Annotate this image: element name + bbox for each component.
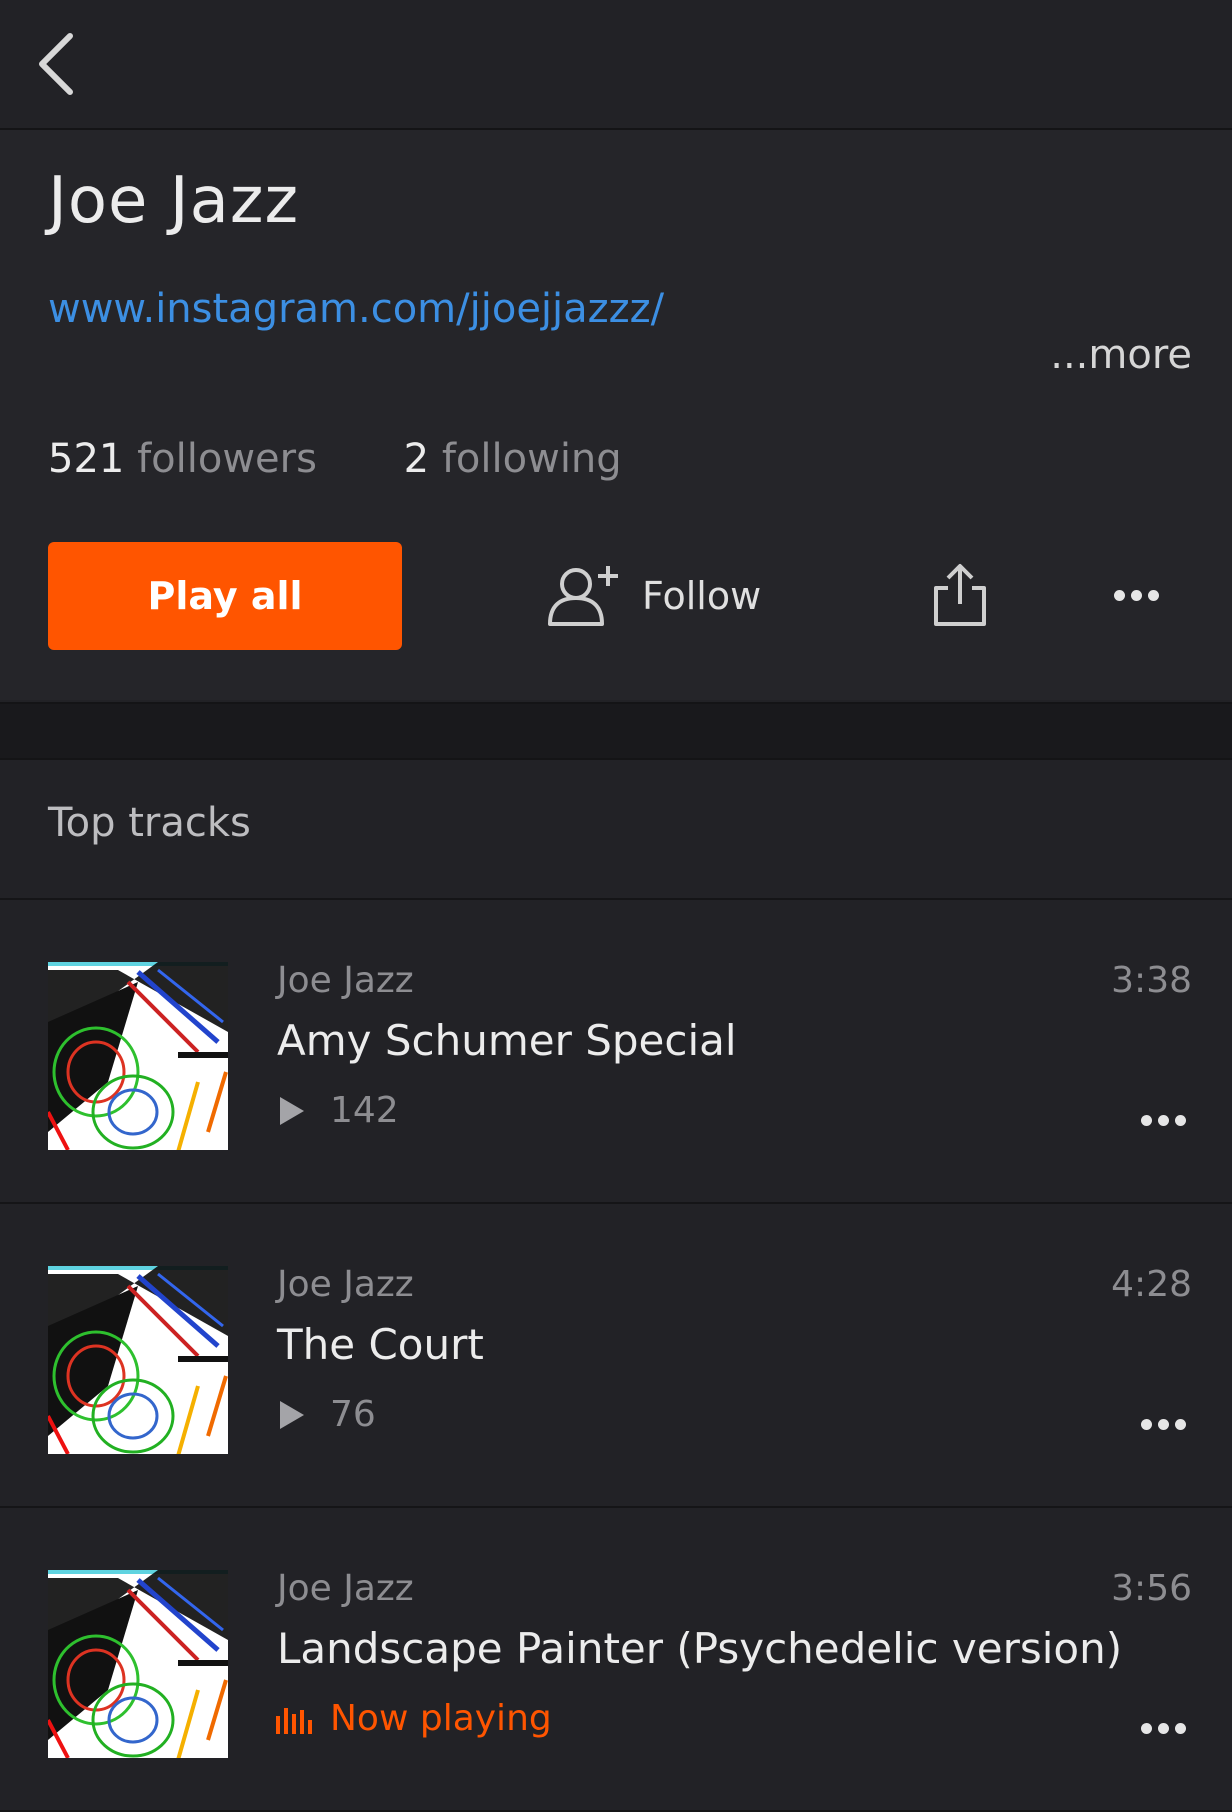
following-count: 2 (403, 436, 430, 482)
track-play-count: 76 (280, 1394, 376, 1435)
track-duration: 4:28 (1111, 1264, 1192, 1305)
more-horizontal-icon (1131, 590, 1142, 601)
track-title: The Court (277, 1320, 484, 1369)
track-artist: Joe Jazz (277, 1568, 414, 1609)
add-user-icon (548, 566, 618, 626)
followers-stat[interactable]: 521 followers (48, 436, 317, 482)
more-link[interactable]: ...more (1050, 332, 1192, 378)
play-count: 142 (330, 1090, 399, 1131)
follow-label: Follow (642, 574, 762, 618)
profile-name: Joe Jazz (48, 164, 300, 238)
track-play-count: 142 (280, 1090, 399, 1131)
play-icon (280, 1096, 304, 1125)
track-duration: 3:56 (1111, 1568, 1192, 1609)
track-artwork (48, 1266, 228, 1454)
profile-link[interactable]: www.instagram.com/jjoejjazzz/ (48, 286, 664, 332)
more-horizontal-icon (1158, 1419, 1169, 1430)
more-options-button[interactable] (1114, 590, 1159, 601)
track-title: Landscape Painter (Psychedelic version) (277, 1624, 1123, 1673)
more-horizontal-icon (1141, 1723, 1152, 1734)
more-horizontal-icon (1175, 1723, 1186, 1734)
play-all-button[interactable]: Play all (48, 542, 402, 650)
now-playing-indicator: Now playing (276, 1698, 552, 1739)
track-more-button[interactable] (1141, 1723, 1186, 1734)
track-title: Amy Schumer Special (277, 1016, 737, 1065)
play-count: 76 (330, 1394, 376, 1435)
more-horizontal-icon (1114, 590, 1125, 601)
equalizer-icon (276, 1707, 312, 1734)
section-divider (0, 702, 1232, 760)
more-horizontal-icon (1175, 1115, 1186, 1126)
chevron-left-icon (39, 33, 73, 95)
more-horizontal-icon (1158, 1115, 1169, 1126)
top-bar (0, 0, 1232, 130)
track-row[interactable]: Joe Jazz Amy Schumer Special 3:38 142 (0, 900, 1232, 1204)
track-duration: 3:38 (1111, 960, 1192, 1001)
followers-count: 521 (48, 436, 125, 482)
track-more-button[interactable] (1141, 1419, 1186, 1430)
track-artwork (48, 1570, 228, 1758)
following-label: following (441, 436, 622, 482)
share-button[interactable] (930, 560, 990, 630)
track-artist: Joe Jazz (277, 960, 414, 1001)
top-tracks-header: Top tracks (0, 758, 1232, 900)
profile-header: Joe Jazz www.instagram.com/jjoejjazzz/ .… (0, 130, 1232, 700)
track-artwork (48, 962, 228, 1150)
track-row[interactable]: Joe Jazz The Court 4:28 76 (0, 1204, 1232, 1508)
track-more-button[interactable] (1141, 1115, 1186, 1126)
more-horizontal-icon (1148, 590, 1159, 601)
track-artist: Joe Jazz (277, 1264, 414, 1305)
share-icon (934, 564, 986, 626)
followers-label: followers (137, 436, 317, 482)
more-horizontal-icon (1175, 1419, 1186, 1430)
more-horizontal-icon (1158, 1723, 1169, 1734)
follow-button[interactable]: Follow (546, 558, 761, 634)
play-icon (280, 1400, 304, 1429)
now-playing-label: Now playing (330, 1698, 552, 1739)
following-stat[interactable]: 2 following (404, 436, 622, 482)
back-button[interactable] (30, 28, 86, 100)
more-horizontal-icon (1141, 1115, 1152, 1126)
top-tracks-title: Top tracks (48, 800, 251, 846)
track-row[interactable]: Joe Jazz Landscape Painter (Psychedelic … (0, 1508, 1232, 1812)
profile-stats: 521 followers 2 following (48, 436, 622, 482)
more-horizontal-icon (1141, 1419, 1152, 1430)
